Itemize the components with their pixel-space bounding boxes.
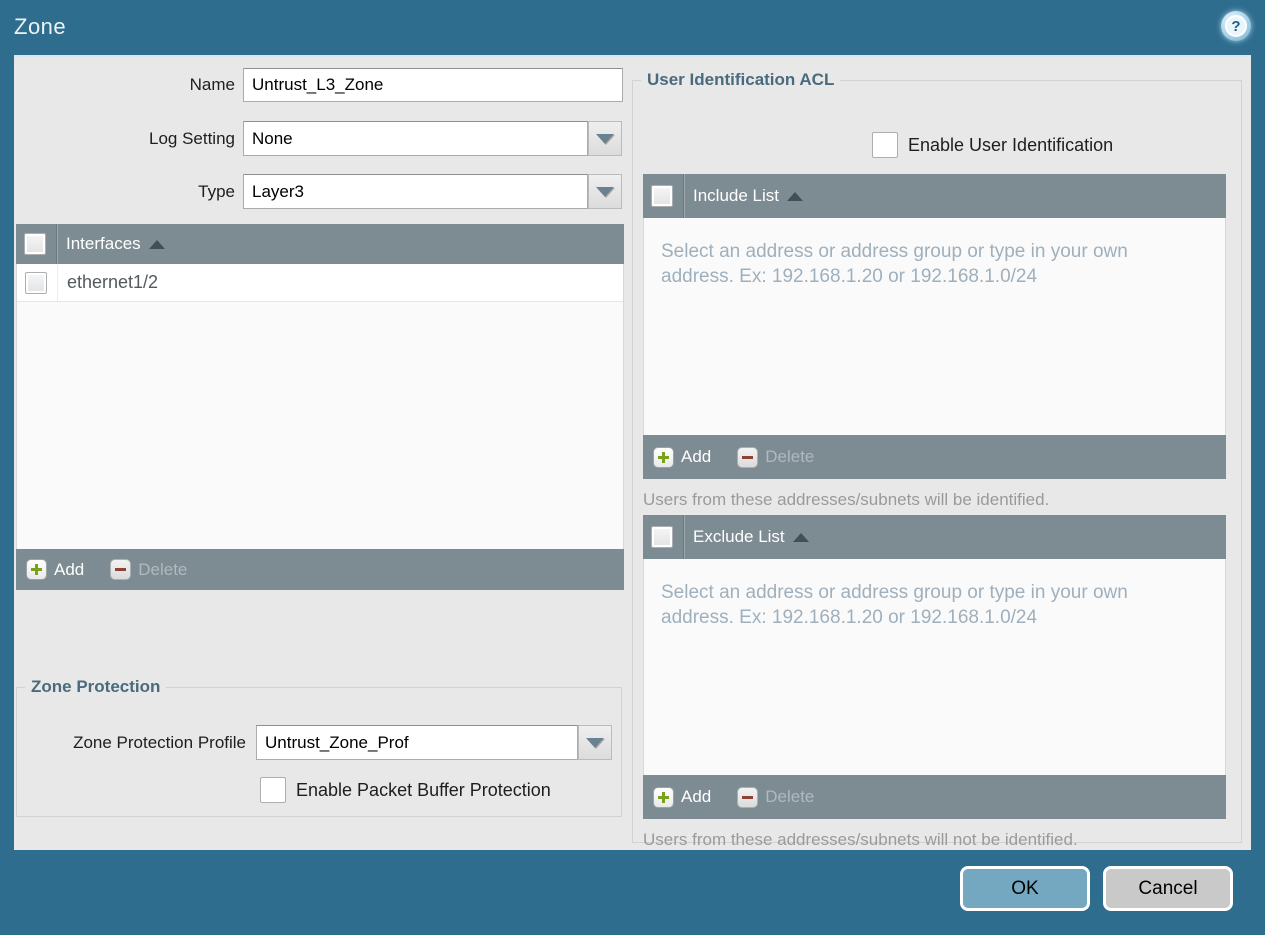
user-id-acl-fieldset: User Identification ACL Enable User Iden… <box>632 70 1242 849</box>
interfaces-header-label: Interfaces <box>66 234 141 253</box>
zone-protection-profile-label: Zone Protection Profile <box>73 733 246 752</box>
row-checkbox[interactable] <box>25 272 47 294</box>
plus-icon <box>653 786 674 808</box>
interfaces-sort-header[interactable]: Interfaces <box>66 234 165 254</box>
sort-ascending-icon <box>787 191 803 201</box>
header-divider <box>683 174 684 218</box>
add-button-label: Add <box>681 787 712 806</box>
minus-icon <box>737 446 759 468</box>
exclude-list-placeholder: Select an address or address group or ty… <box>661 582 1128 628</box>
include-list-table: Include List Select an address or addres… <box>643 174 1226 479</box>
zone-protection-legend: Zone Protection <box>31 677 161 696</box>
ok-button[interactable]: OK <box>960 866 1090 911</box>
zone-protection-fieldset: Zone Protection Zone Protection Profile … <box>16 677 622 817</box>
help-icon[interactable]: ? <box>1221 11 1251 41</box>
delete-button[interactable]: Delete <box>737 786 815 808</box>
log-setting-input[interactable] <box>243 121 588 156</box>
include-list-sort-header[interactable]: Include List <box>693 186 803 206</box>
select-all-checkbox[interactable] <box>651 526 673 548</box>
delete-button-label: Delete <box>765 787 815 806</box>
plus-icon <box>26 559 47 580</box>
delete-button-label: Delete <box>138 559 188 579</box>
delete-button-label: Delete <box>765 447 815 466</box>
add-button-label: Add <box>681 447 712 466</box>
plus-icon <box>653 446 674 468</box>
exclude-list-header-label: Exclude List <box>693 527 785 546</box>
dialog-title: Zone <box>14 14 67 39</box>
chevron-down-icon <box>596 186 614 197</box>
interfaces-table-body: ethernet1/2 <box>16 264 624 549</box>
delete-button[interactable]: Delete <box>737 446 815 468</box>
include-list-header: Include List <box>643 174 1226 218</box>
minus-icon <box>737 786 759 808</box>
add-button[interactable]: Add <box>26 559 84 580</box>
delete-button[interactable]: Delete <box>110 559 187 580</box>
include-list-footer: Add Delete <box>643 435 1226 479</box>
enable-user-identification-label: Enable User Identification <box>908 135 1114 155</box>
table-row[interactable]: ethernet1/2 <box>17 264 623 302</box>
exclude-list-sort-header[interactable]: Exclude List <box>693 527 809 547</box>
include-list-body[interactable]: Select an address or address group or ty… <box>643 218 1226 435</box>
name-label: Name <box>189 75 235 94</box>
dialog-content: Name Log Setting Type Interfaces etherne… <box>14 55 1251 850</box>
sort-ascending-icon <box>148 239 165 249</box>
add-button[interactable]: Add <box>653 446 712 468</box>
sort-ascending-icon <box>792 532 809 542</box>
select-all-checkbox[interactable] <box>24 233 46 255</box>
name-input[interactable] <box>243 68 623 102</box>
cancel-button[interactable]: Cancel <box>1103 866 1233 911</box>
packet-buffer-protection-checkbox[interactable] <box>260 777 286 803</box>
select-all-checkbox[interactable] <box>651 185 673 207</box>
interface-name: ethernet1/2 <box>67 272 159 292</box>
interfaces-table: Interfaces ethernet1/2 Add Delete <box>16 224 624 590</box>
zone-protection-profile-input[interactable] <box>256 725 578 760</box>
log-setting-dropdown-button[interactable] <box>588 121 622 156</box>
interfaces-table-footer: Add Delete <box>16 549 624 590</box>
chevron-down-icon <box>586 737 604 748</box>
packet-buffer-protection-label: Enable Packet Buffer Protection <box>296 780 551 800</box>
type-input[interactable] <box>243 174 588 209</box>
type-label: Type <box>198 182 235 201</box>
exclude-list-footer: Add Delete <box>643 775 1226 819</box>
exclude-list-header: Exclude List <box>643 515 1226 559</box>
include-list-caption: Users from these addresses/subnets will … <box>643 490 1050 509</box>
zone-dialog: { "dialog": { "title": "Zone", "help_gly… <box>0 0 1265 935</box>
exclude-list-caption: Users from these addresses/subnets will … <box>643 830 1078 849</box>
include-list-header-label: Include List <box>693 186 779 205</box>
row-divider <box>57 264 58 301</box>
chevron-down-icon <box>596 133 614 144</box>
user-id-acl-legend: User Identification ACL <box>647 70 835 89</box>
header-divider <box>683 515 684 559</box>
include-list-placeholder: Select an address or address group or ty… <box>661 241 1128 287</box>
log-setting-label: Log Setting <box>148 129 235 148</box>
type-dropdown-button[interactable] <box>588 174 622 209</box>
header-divider <box>56 224 57 264</box>
add-button[interactable]: Add <box>653 786 712 808</box>
interfaces-table-header: Interfaces <box>16 224 624 264</box>
enable-user-identification-checkbox[interactable] <box>872 132 898 158</box>
exclude-list-table: Exclude List Select an address or addres… <box>643 515 1226 819</box>
question-mark-glyph: ? <box>1225 15 1247 37</box>
add-button-label: Add <box>54 559 85 579</box>
exclude-list-body[interactable]: Select an address or address group or ty… <box>643 559 1226 775</box>
minus-icon <box>110 559 132 580</box>
zone-protection-profile-dropdown-button[interactable] <box>578 725 612 760</box>
